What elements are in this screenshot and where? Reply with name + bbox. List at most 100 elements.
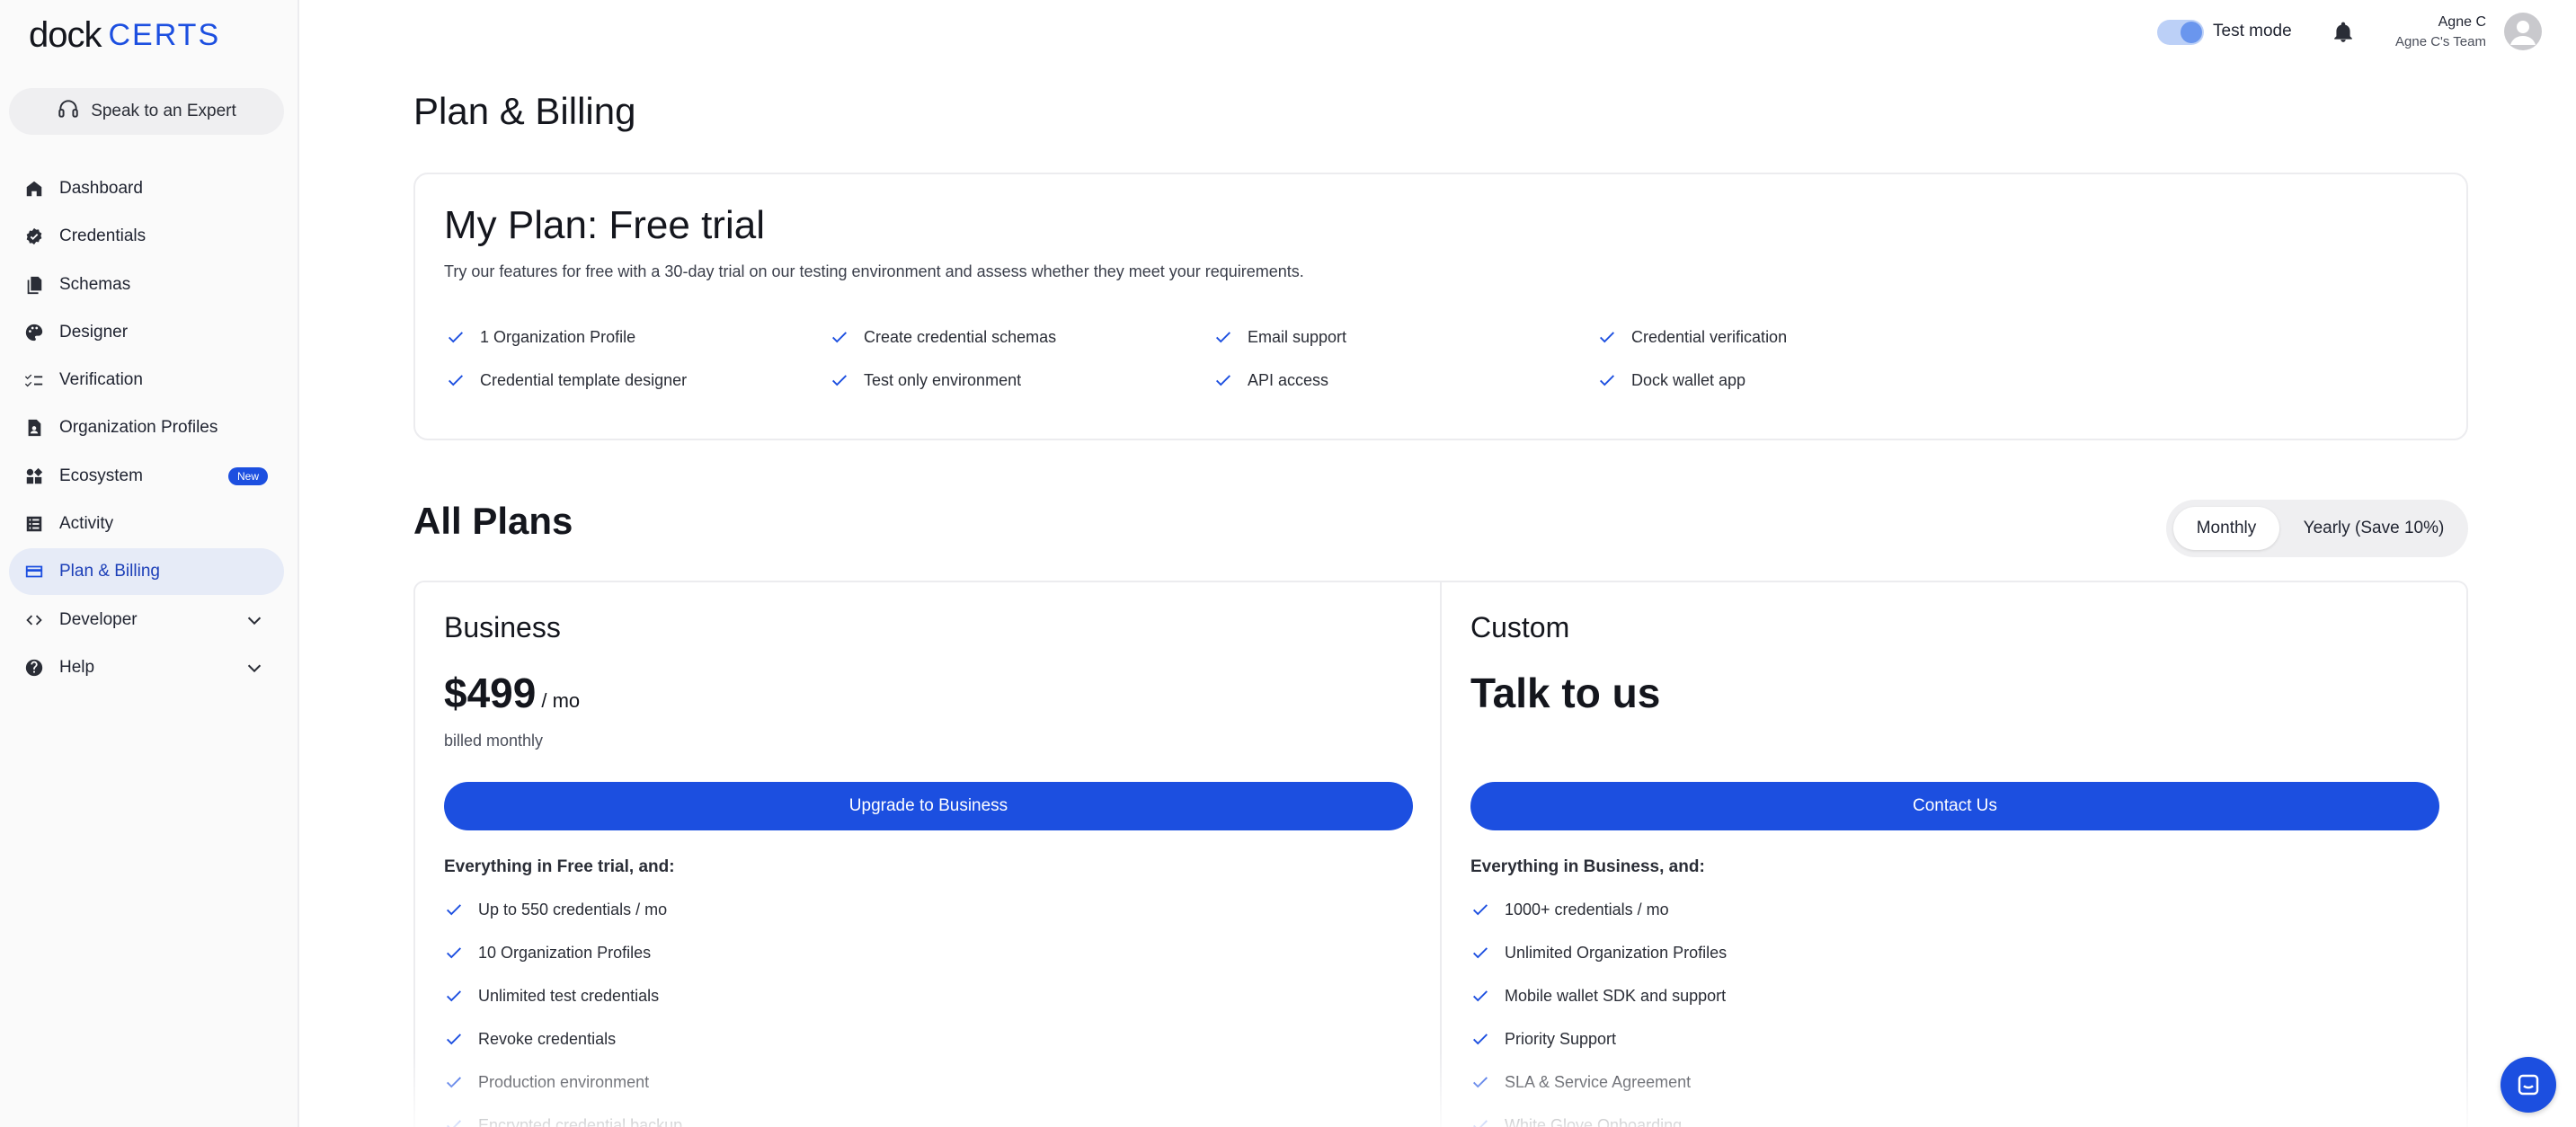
check-icon [447, 1077, 461, 1088]
plan-headline: Talk to us [1470, 670, 1661, 716]
check-icon [1473, 1120, 1488, 1127]
plan-feature-label: Test only environment [864, 370, 1022, 389]
plan-name: Custom [1470, 611, 1570, 643]
plan-feature: Credential verification [1597, 327, 1787, 347]
list-item: Mobile wallet SDK and support [1470, 974, 1727, 1017]
chevron-down-icon[interactable] [244, 610, 264, 630]
check-icon [832, 375, 847, 386]
plan-feature: Create credential schemas [830, 327, 1056, 347]
check-icon [1600, 375, 1614, 386]
plan-feature-label: SLA & Service Agreement [1505, 1072, 1692, 1091]
upgrade-to-business-button[interactable]: Upgrade to Business [444, 782, 1413, 830]
avatar[interactable] [2504, 13, 2542, 50]
home-icon [23, 178, 45, 200]
plan-feature: Test only environment [830, 370, 1021, 390]
documents-icon [23, 274, 45, 296]
check-icon [1473, 947, 1488, 959]
speak-to-expert-button[interactable]: Speak to an Expert [9, 88, 284, 135]
sidebar-item-verification[interactable]: Verification [9, 357, 284, 404]
plan-price-amount: $499 [444, 670, 537, 716]
chat-icon [2518, 1074, 2539, 1096]
list-item: Unlimited test credentials [444, 974, 682, 1017]
logo-wordmark: dock [29, 14, 102, 55]
check-icon [1216, 332, 1230, 343]
team-name[interactable]: Agne C's Team [2395, 34, 2486, 49]
list-item: White Glove Onboarding [1470, 1104, 1727, 1127]
chat-launcher-button[interactable] [2500, 1057, 2556, 1113]
plan-feature-label: 10 Organization Profiles [478, 943, 652, 962]
bell-icon[interactable] [2332, 20, 2355, 45]
plan-feature-label: Unlimited test credentials [478, 986, 660, 1005]
sidebar-item-developer[interactable]: Developer [9, 597, 284, 643]
check-icon [1473, 990, 1488, 1002]
activity-list-icon [23, 513, 45, 535]
plan-feature-list: Up to 550 credentials / mo 10 Organizati… [444, 888, 682, 1127]
sidebar: dock CERTS Speak to an Expert Dashboard … [0, 0, 299, 1127]
badge-check-icon [23, 226, 45, 247]
billing-option-yearly[interactable]: Yearly (Save 10%) [2287, 507, 2461, 550]
sidebar-item-label: Organization Profiles [59, 418, 218, 438]
check-icon [447, 904, 461, 916]
contact-us-button[interactable]: Contact Us [1470, 782, 2439, 830]
billing-period-toggle: Monthly Yearly (Save 10%) [2166, 500, 2468, 557]
check-icon [447, 990, 461, 1002]
sidebar-item-label: Plan & Billing [59, 562, 160, 581]
profile-document-icon [23, 417, 45, 439]
check-icon [1216, 375, 1230, 386]
sidebar-item-plan-billing[interactable]: Plan & Billing [9, 548, 284, 596]
check-icon [447, 947, 461, 959]
sidebar-item-label: Ecosystem [59, 466, 143, 485]
check-icon [449, 332, 463, 343]
dock-certs-logo[interactable]: dock CERTS [29, 14, 220, 56]
chevron-down-icon[interactable] [244, 658, 264, 678]
headset-icon [57, 97, 80, 126]
sidebar-item-label: Dashboard [59, 179, 143, 198]
my-plan-title: My Plan: Free trial [444, 203, 765, 247]
plan-feature: Credential template designer [446, 370, 687, 390]
sidebar-item-label: Designer [59, 322, 129, 342]
list-item: Production environment [444, 1060, 682, 1104]
plan-feature-label: Unlimited Organization Profiles [1505, 943, 1728, 962]
sidebar-item-label: Credentials [59, 226, 147, 246]
plan-feature: API access [1213, 370, 1328, 390]
plan-price: $499/ mo [444, 669, 580, 717]
plan-feature-label: 1000+ credentials / mo [1505, 900, 1669, 918]
plan-includes-heading: Everything in Free trial, and: [444, 857, 675, 876]
sidebar-item-help[interactable]: Help [9, 644, 284, 691]
sidebar-item-ecosystem[interactable]: Ecosystem New [9, 453, 284, 500]
list-item: Unlimited Organization Profiles [1470, 931, 1727, 974]
sidebar-item-label: Verification [59, 370, 143, 390]
speak-to-expert-label: Speak to an Expert [91, 102, 236, 120]
list-item: Revoke credentials [444, 1017, 682, 1060]
check-icon [1600, 332, 1614, 343]
user-name[interactable]: Agne C [2438, 14, 2486, 31]
sidebar-item-designer[interactable]: Designer [9, 309, 284, 356]
toggle-knob [2181, 22, 2202, 43]
sidebar-item-label: Activity [59, 514, 114, 534]
help-circle-icon [23, 657, 45, 679]
sidebar-nav: Dashboard Credentials Schemas Designer V… [9, 165, 284, 692]
plan-feature-label: Production environment [478, 1072, 650, 1091]
my-plan-description: Try our features for free with a 30-day … [444, 262, 1304, 280]
plan-feature-label: Dock wallet app [1631, 370, 1746, 389]
sidebar-item-activity[interactable]: Activity [9, 501, 284, 547]
plan-card-custom: Custom Talk to us Contact Us Everything … [1442, 582, 2466, 1127]
check-icon [1473, 1034, 1488, 1045]
plan-feature-label: 1 Organization Profile [480, 327, 636, 346]
user-silhouette-icon [2510, 21, 2536, 45]
plan-feature: Email support [1213, 327, 1346, 347]
sidebar-item-credentials[interactable]: Credentials [9, 213, 284, 260]
test-mode-toggle[interactable] [2157, 20, 2204, 45]
new-badge: New [228, 466, 269, 485]
sidebar-item-organization-profiles[interactable]: Organization Profiles [9, 404, 284, 451]
sidebar-item-schemas[interactable]: Schemas [9, 262, 284, 308]
sidebar-item-label: Schemas [59, 274, 131, 294]
plan-name: Business [444, 611, 561, 643]
sidebar-item-label: Help [59, 657, 95, 677]
check-icon [447, 1034, 461, 1045]
billing-note: billed monthly [444, 732, 544, 750]
plan-card-business: Business $499/ mo billed monthly Upgrade… [415, 582, 1442, 1127]
check-icon [449, 375, 463, 386]
billing-option-monthly[interactable]: Monthly [2173, 507, 2279, 550]
sidebar-item-dashboard[interactable]: Dashboard [9, 165, 284, 212]
